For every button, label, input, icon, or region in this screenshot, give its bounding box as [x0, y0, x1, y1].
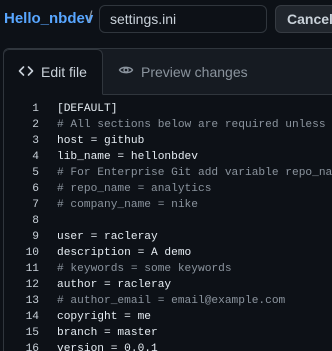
line-number: 13	[25, 295, 39, 307]
line-text[interactable]: # author_email = email@example.com	[57, 293, 285, 309]
line-text[interactable]: host = github	[57, 133, 144, 149]
line-number: 6	[32, 183, 39, 195]
code-line[interactable]: 2 # All sections below are required unles…	[4, 117, 332, 133]
line-text[interactable]: [DEFAULT]	[57, 101, 117, 117]
line-number: 2	[32, 119, 39, 131]
line-number: 8	[32, 215, 39, 227]
code-line[interactable]: 9 user = racleray	[4, 229, 332, 245]
code-line[interactable]: 5 # For Enterprise Git add variable repo_…	[4, 165, 332, 181]
code-line[interactable]: 10 description = A demo	[4, 245, 332, 261]
cancel-button[interactable]: Cancel	[275, 5, 332, 33]
repo-name-link[interactable]: Hello_nbdev	[4, 10, 93, 27]
code-line[interactable]: 11 # keywords = some keywords	[4, 261, 332, 277]
code-line[interactable]: 7 # company_name = nike	[4, 197, 332, 213]
code-line[interactable]: 14 copyright = me	[4, 309, 332, 325]
tab-preview-changes[interactable]: Preview changes	[116, 49, 248, 94]
line-number: 7	[32, 199, 39, 211]
line-text[interactable]: version = 0.0.1	[57, 341, 158, 351]
line-number: 9	[32, 231, 39, 243]
line-text[interactable]: # For Enterprise Git add variable repo_n…	[57, 165, 332, 181]
line-number: 10	[25, 247, 39, 259]
eye-icon	[118, 62, 134, 81]
editor-tabbar: Edit file Preview changes	[4, 49, 332, 95]
line-number: 3	[32, 135, 39, 147]
line-text[interactable]: # company_name = nike	[57, 197, 198, 213]
line-text[interactable]: lib_name = hellonbdev	[57, 149, 198, 165]
code-editor[interactable]: 1 [DEFAULT] 2 # All sections below are requ…	[4, 101, 332, 351]
file-editor: Edit file Preview changes 1 [DEFAULT] 2 # A…	[3, 48, 332, 351]
line-text[interactable]: # keywords = some keywords	[57, 261, 232, 277]
line-number: 12	[25, 279, 39, 291]
line-text[interactable]: user = racleray	[57, 229, 158, 245]
tab-edit-file[interactable]: Edit file	[4, 49, 103, 95]
code-icon	[18, 63, 34, 82]
code-line[interactable]: 3 host = github	[4, 133, 332, 149]
line-number: 15	[25, 327, 39, 339]
line-text[interactable]: author = racleray	[57, 277, 171, 293]
line-number: 4	[32, 151, 39, 163]
line-text[interactable]: branch = master	[57, 325, 158, 341]
line-text[interactable]: # All sections below are required unless…	[57, 117, 332, 133]
code-line[interactable]: 16 version = 0.0.1	[4, 341, 332, 351]
line-text[interactable]: description = A demo	[57, 245, 191, 261]
code-line[interactable]: 4 lib_name = hellonbdev	[4, 149, 332, 165]
code-line[interactable]: 8	[4, 213, 332, 229]
tab-preview-changes-label: Preview changes	[141, 63, 248, 80]
line-number: 14	[25, 311, 39, 323]
code-line[interactable]: 12 author = racleray	[4, 277, 332, 293]
code-line[interactable]: 13 # author_email = email@example.com	[4, 293, 332, 309]
line-number: 5	[32, 167, 39, 179]
tab-edit-file-label: Edit file	[41, 64, 87, 80]
path-separator: /	[88, 9, 93, 26]
filename-input[interactable]	[99, 5, 267, 33]
line-text[interactable]: # repo_name = analytics	[57, 181, 211, 197]
editor-header: Hello_nbdev / Cancel	[0, 0, 332, 40]
code-line[interactable]: 1 [DEFAULT]	[4, 101, 332, 117]
code-line[interactable]: 6 # repo_name = analytics	[4, 181, 332, 197]
line-number: 11	[25, 263, 39, 275]
code-line[interactable]: 15 branch = master	[4, 325, 332, 341]
line-number: 1	[32, 103, 39, 115]
line-number: 16	[25, 343, 39, 351]
line-text[interactable]: copyright = me	[57, 309, 151, 325]
